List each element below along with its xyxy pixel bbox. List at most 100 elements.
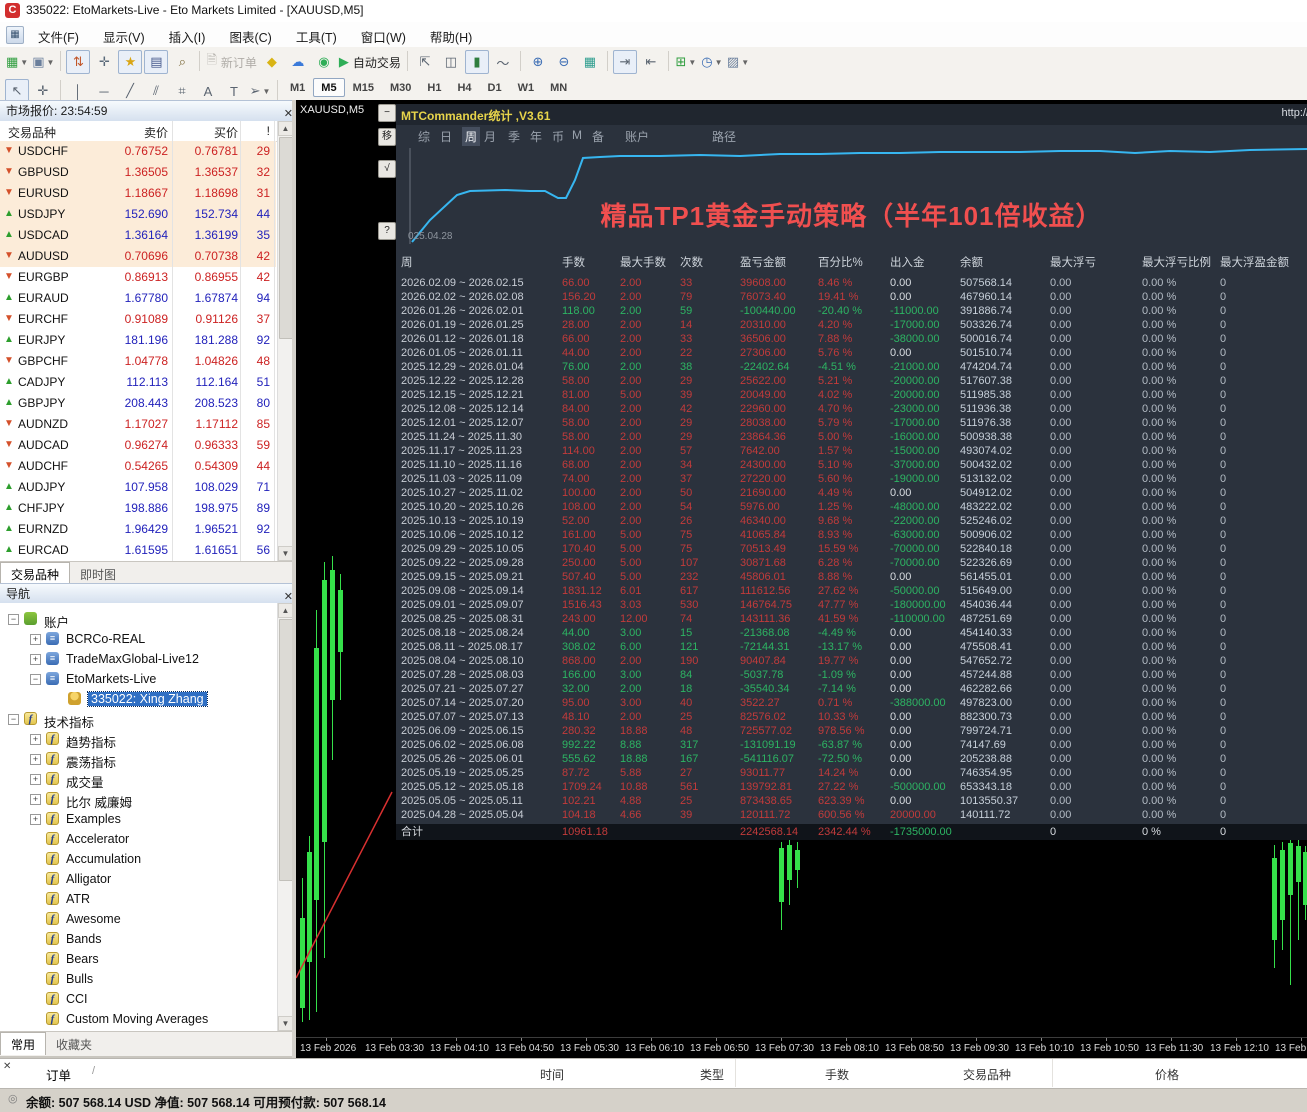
tab-收藏夹[interactable]: 收藏夹 (46, 1033, 102, 1055)
data-window-toggle[interactable]: ✛ (92, 50, 116, 74)
tree-expand-icon[interactable]: + (30, 654, 41, 665)
timeframe-m15[interactable]: M15 (345, 78, 382, 97)
tree-item[interactable]: + f Examples (0, 809, 276, 829)
periods-button[interactable]: ◷ ▼ (700, 50, 724, 74)
market-watch-row[interactable]: ▼ AUDUSD 0.70696 0.70738 42 (0, 246, 276, 267)
close-icon[interactable]: ✕ (3, 1061, 11, 1072)
terminal-tab-orders[interactable]: 订单 (46, 1065, 71, 1084)
tree-item[interactable]: f Accumulation (0, 849, 276, 869)
tree-item[interactable]: f Bulls (0, 969, 276, 989)
menu-item[interactable]: 窗口(W) (349, 22, 418, 46)
timeframe-h4[interactable]: H4 (449, 78, 479, 97)
autotrading-button[interactable]: ▶ 自动交易 (338, 50, 402, 74)
menu-item[interactable]: 文件(F) (26, 22, 91, 46)
menu-item[interactable]: 帮助(H) (418, 22, 484, 46)
tree-expand-icon[interactable]: + (30, 794, 41, 805)
timeframe-d1[interactable]: D1 (480, 78, 510, 97)
tree-expand-icon[interactable]: + (30, 814, 41, 825)
tree-expand-icon[interactable]: − (8, 614, 19, 625)
tree-item[interactable]: f Bands (0, 929, 276, 949)
terminal-col-手数[interactable]: 手数 (825, 1066, 849, 1083)
market-watch-row[interactable]: ▲ GBPJPY 208.443 208.523 80 (0, 393, 276, 414)
col-ask[interactable]: 买价 (138, 124, 238, 141)
tree-item[interactable]: 335022: Xing Zhang (0, 689, 276, 709)
indicators-button[interactable]: ⊞ ▼ (674, 50, 698, 74)
metaeditor-button[interactable]: ◆ (260, 50, 284, 74)
tree-item[interactable]: − f 技术指标 (0, 709, 276, 730)
timeframe-m1[interactable]: M1 (282, 78, 313, 97)
tree-expand-icon[interactable]: + (30, 734, 41, 745)
minimize-button[interactable]: − (378, 104, 396, 122)
strategy-tester-toggle[interactable]: ⌕ (170, 50, 194, 74)
move-button[interactable]: 移 (378, 128, 396, 146)
menu-item[interactable]: 显示(V) (91, 22, 157, 46)
col-symbol[interactable]: 交易品种 (8, 124, 56, 141)
market-watch-scrollbar[interactable]: ▲ ▼ (277, 121, 293, 561)
chart-shift-end-button[interactable]: ⇱ (413, 50, 437, 74)
tree-item[interactable]: f Accelerator (0, 829, 276, 849)
new-chart-button[interactable]: ▦ ▼ (5, 50, 29, 74)
chart-shift-button[interactable]: ⇤ (639, 50, 663, 74)
timeframe-mn[interactable]: MN (542, 78, 575, 97)
tree-item[interactable]: + f 震荡指标 (0, 749, 276, 770)
tree-item[interactable]: + f 比尔 威廉姆 (0, 789, 276, 810)
terminal-toggle[interactable]: ▤ (144, 50, 169, 74)
tree-expand-icon[interactable]: + (30, 754, 41, 765)
market-watch-row[interactable]: ▲ EURAUD 1.67780 1.67874 94 (0, 288, 276, 309)
tree-expand-icon[interactable]: + (30, 634, 41, 645)
market-watch-row[interactable]: ▼ EURCHF 0.91089 0.91126 37 (0, 309, 276, 330)
tree-item[interactable]: f ATR (0, 889, 276, 909)
market-watch-row[interactable]: ▼ AUDCAD 0.96274 0.96333 59 (0, 435, 276, 456)
tree-item[interactable]: + f 成交量 (0, 769, 276, 790)
terminal-col-类型[interactable]: 类型 (700, 1066, 724, 1083)
market-watch-row[interactable]: ▲ AUDJPY 107.958 108.029 71 (0, 477, 276, 498)
tree-expand-icon[interactable]: − (8, 714, 19, 725)
auto-scroll-button[interactable]: ⇥ (612, 50, 637, 74)
market-watch-row[interactable]: ▼ EURUSD 1.18667 1.18698 31 (0, 183, 276, 204)
tree-item[interactable]: f Alligator (0, 869, 276, 889)
tree-expand-icon[interactable]: − (30, 674, 41, 685)
new-order-button[interactable]: 🗎 新订单 (205, 50, 257, 74)
tree-item[interactable]: − 账户 (0, 609, 276, 630)
signals-button[interactable]: ◉ (312, 50, 336, 74)
menu-item[interactable]: 插入(I) (157, 22, 218, 46)
tab-即时图[interactable]: 即时图 (70, 563, 126, 585)
market-watch-row[interactable]: ▲ EURJPY 181.196 181.288 92 (0, 330, 276, 351)
market-watch-row[interactable]: ▲ CHFJPY 198.886 198.975 89 (0, 498, 276, 519)
bar-chart-button[interactable]: ◫ (439, 50, 463, 74)
market-watch-toggle[interactable]: ⇅ (66, 50, 91, 74)
terminal-col-价格[interactable]: 价格 (1155, 1066, 1179, 1083)
tree-expand-icon[interactable]: + (30, 774, 41, 785)
help-button[interactable]: ? (378, 222, 396, 240)
market-watch-row[interactable]: ▲ CADJPY 112.113 112.164 51 (0, 372, 276, 393)
tree-item[interactable]: + ≡ BCRCo-REAL (0, 629, 276, 649)
market-watch-row[interactable]: ▲ EURCAD 1.61595 1.61651 56 (0, 540, 276, 561)
tab-常用[interactable]: 常用 (0, 1032, 47, 1055)
market-watch-row[interactable]: ▼ EURGBP 0.86913 0.86955 42 (0, 267, 276, 288)
candlestick-chart-button[interactable]: ▮ (464, 50, 489, 74)
terminal-col-交易品种[interactable]: 交易品种 (963, 1066, 1011, 1083)
tree-item[interactable]: f Custom Moving Averages (0, 1009, 276, 1029)
market-watch-row[interactable]: ▼ GBPCHF 1.04778 1.04826 48 (0, 351, 276, 372)
menu-item[interactable]: 工具(T) (284, 22, 349, 46)
templates-button[interactable]: ▨ ▼ (726, 50, 750, 74)
market-watch-row[interactable]: ▼ USDCHF 0.76752 0.76781 29 (0, 141, 276, 162)
tree-item[interactable]: f Bears (0, 949, 276, 969)
tree-item[interactable]: f Awesome (0, 909, 276, 929)
tree-item[interactable]: f CCI (0, 989, 276, 1009)
terminal-col-时间[interactable]: 时间 (540, 1066, 564, 1083)
line-chart-button[interactable]: 〜 (491, 50, 515, 74)
profiles-button[interactable]: ▣ ▼ (31, 50, 55, 74)
zoom-in-button[interactable]: ⊕ (526, 50, 550, 74)
timeframe-h1[interactable]: H1 (419, 78, 449, 97)
tree-item[interactable]: + ≡ TradeMaxGlobal-Live12 (0, 649, 276, 669)
market-watch-row[interactable]: ▼ AUDNZD 1.17027 1.17112 85 (0, 414, 276, 435)
timeframe-m5[interactable]: M5 (313, 78, 345, 97)
tab-交易品种[interactable]: 交易品种 (0, 562, 71, 585)
menu-item[interactable]: 图表(C) (217, 22, 283, 46)
tile-windows-button[interactable]: ▦ (578, 50, 602, 74)
market-watch-row[interactable]: ▲ EURNZD 1.96429 1.96521 92 (0, 519, 276, 540)
timeframe-w1[interactable]: W1 (510, 78, 543, 97)
market-watch-row[interactable]: ▲ USDCAD 1.36164 1.36199 35 (0, 225, 276, 246)
timeframe-m30[interactable]: M30 (382, 78, 419, 97)
